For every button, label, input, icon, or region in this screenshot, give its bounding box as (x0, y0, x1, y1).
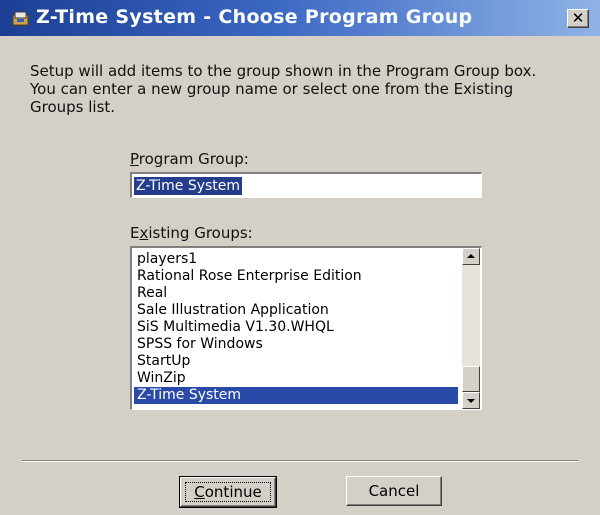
list-item-sis-multimedia[interactable]: SiS Multimedia V1.30.WHQL (134, 319, 458, 336)
program-group-label-mnemonic: P (130, 150, 139, 168)
list-item-winzip[interactable]: WinZip (134, 370, 458, 387)
existing-groups-label-rest: isting Groups: (148, 224, 253, 242)
continue-button-label: Continue (185, 482, 271, 502)
scroll-down-button[interactable] (462, 392, 480, 409)
existing-groups-label: Existing Groups: (130, 224, 253, 242)
list-item-rational-rose[interactable]: Rational Rose Enterprise Edition (134, 268, 458, 285)
separator-line (22, 460, 578, 462)
setup-app-icon (12, 10, 30, 26)
instruction-line: You can enter a new group name or select… (30, 80, 514, 98)
cancel-button[interactable]: Cancel (346, 476, 442, 506)
existing-groups-list[interactable]: players1 Rational Rose Enterprise Editio… (130, 246, 482, 410)
scroll-thumb[interactable] (462, 366, 480, 392)
program-group-label-rest: rogram Group: (138, 150, 249, 168)
arrow-down-icon (467, 399, 475, 403)
list-item-z-time-system[interactable]: Z-Time System (134, 387, 458, 404)
instructions-text: Setup will add items to the group shown … (30, 62, 575, 116)
list-item-startup[interactable]: StartUp (134, 353, 458, 370)
arrow-up-icon (467, 254, 475, 258)
title-bar[interactable]: Z-Time System - Choose Program Group ✕ (0, 0, 600, 36)
program-group-label: Program Group: (130, 150, 249, 168)
scroll-up-button[interactable] (462, 248, 480, 265)
program-group-input-value: Z-Time System (134, 177, 243, 195)
choose-program-group-dialog: Z-Time System - Choose Program Group ✕ S… (0, 0, 600, 515)
close-icon: ✕ (571, 9, 585, 27)
continue-label-rest: ontinue (204, 483, 262, 501)
continue-button[interactable]: Continue (179, 476, 277, 508)
list-scrollbar[interactable] (462, 248, 480, 409)
list-item-players1[interactable]: players1 (134, 251, 458, 268)
list-item-spss[interactable]: SPSS for Windows (134, 336, 458, 353)
list-item-real[interactable]: Real (134, 285, 458, 302)
instruction-line: Groups list. (30, 98, 116, 116)
list-item-sale-illustration[interactable]: Sale Illustration Application (134, 302, 458, 319)
continue-mnemonic: C (194, 483, 205, 501)
program-group-input[interactable]: Z-Time System (130, 172, 482, 198)
close-button[interactable]: ✕ (567, 9, 589, 28)
instruction-line: Setup will add items to the group shown … (30, 62, 537, 80)
cancel-button-label: Cancel (368, 482, 420, 500)
window-title: Z-Time System - Choose Program Group (36, 6, 473, 28)
